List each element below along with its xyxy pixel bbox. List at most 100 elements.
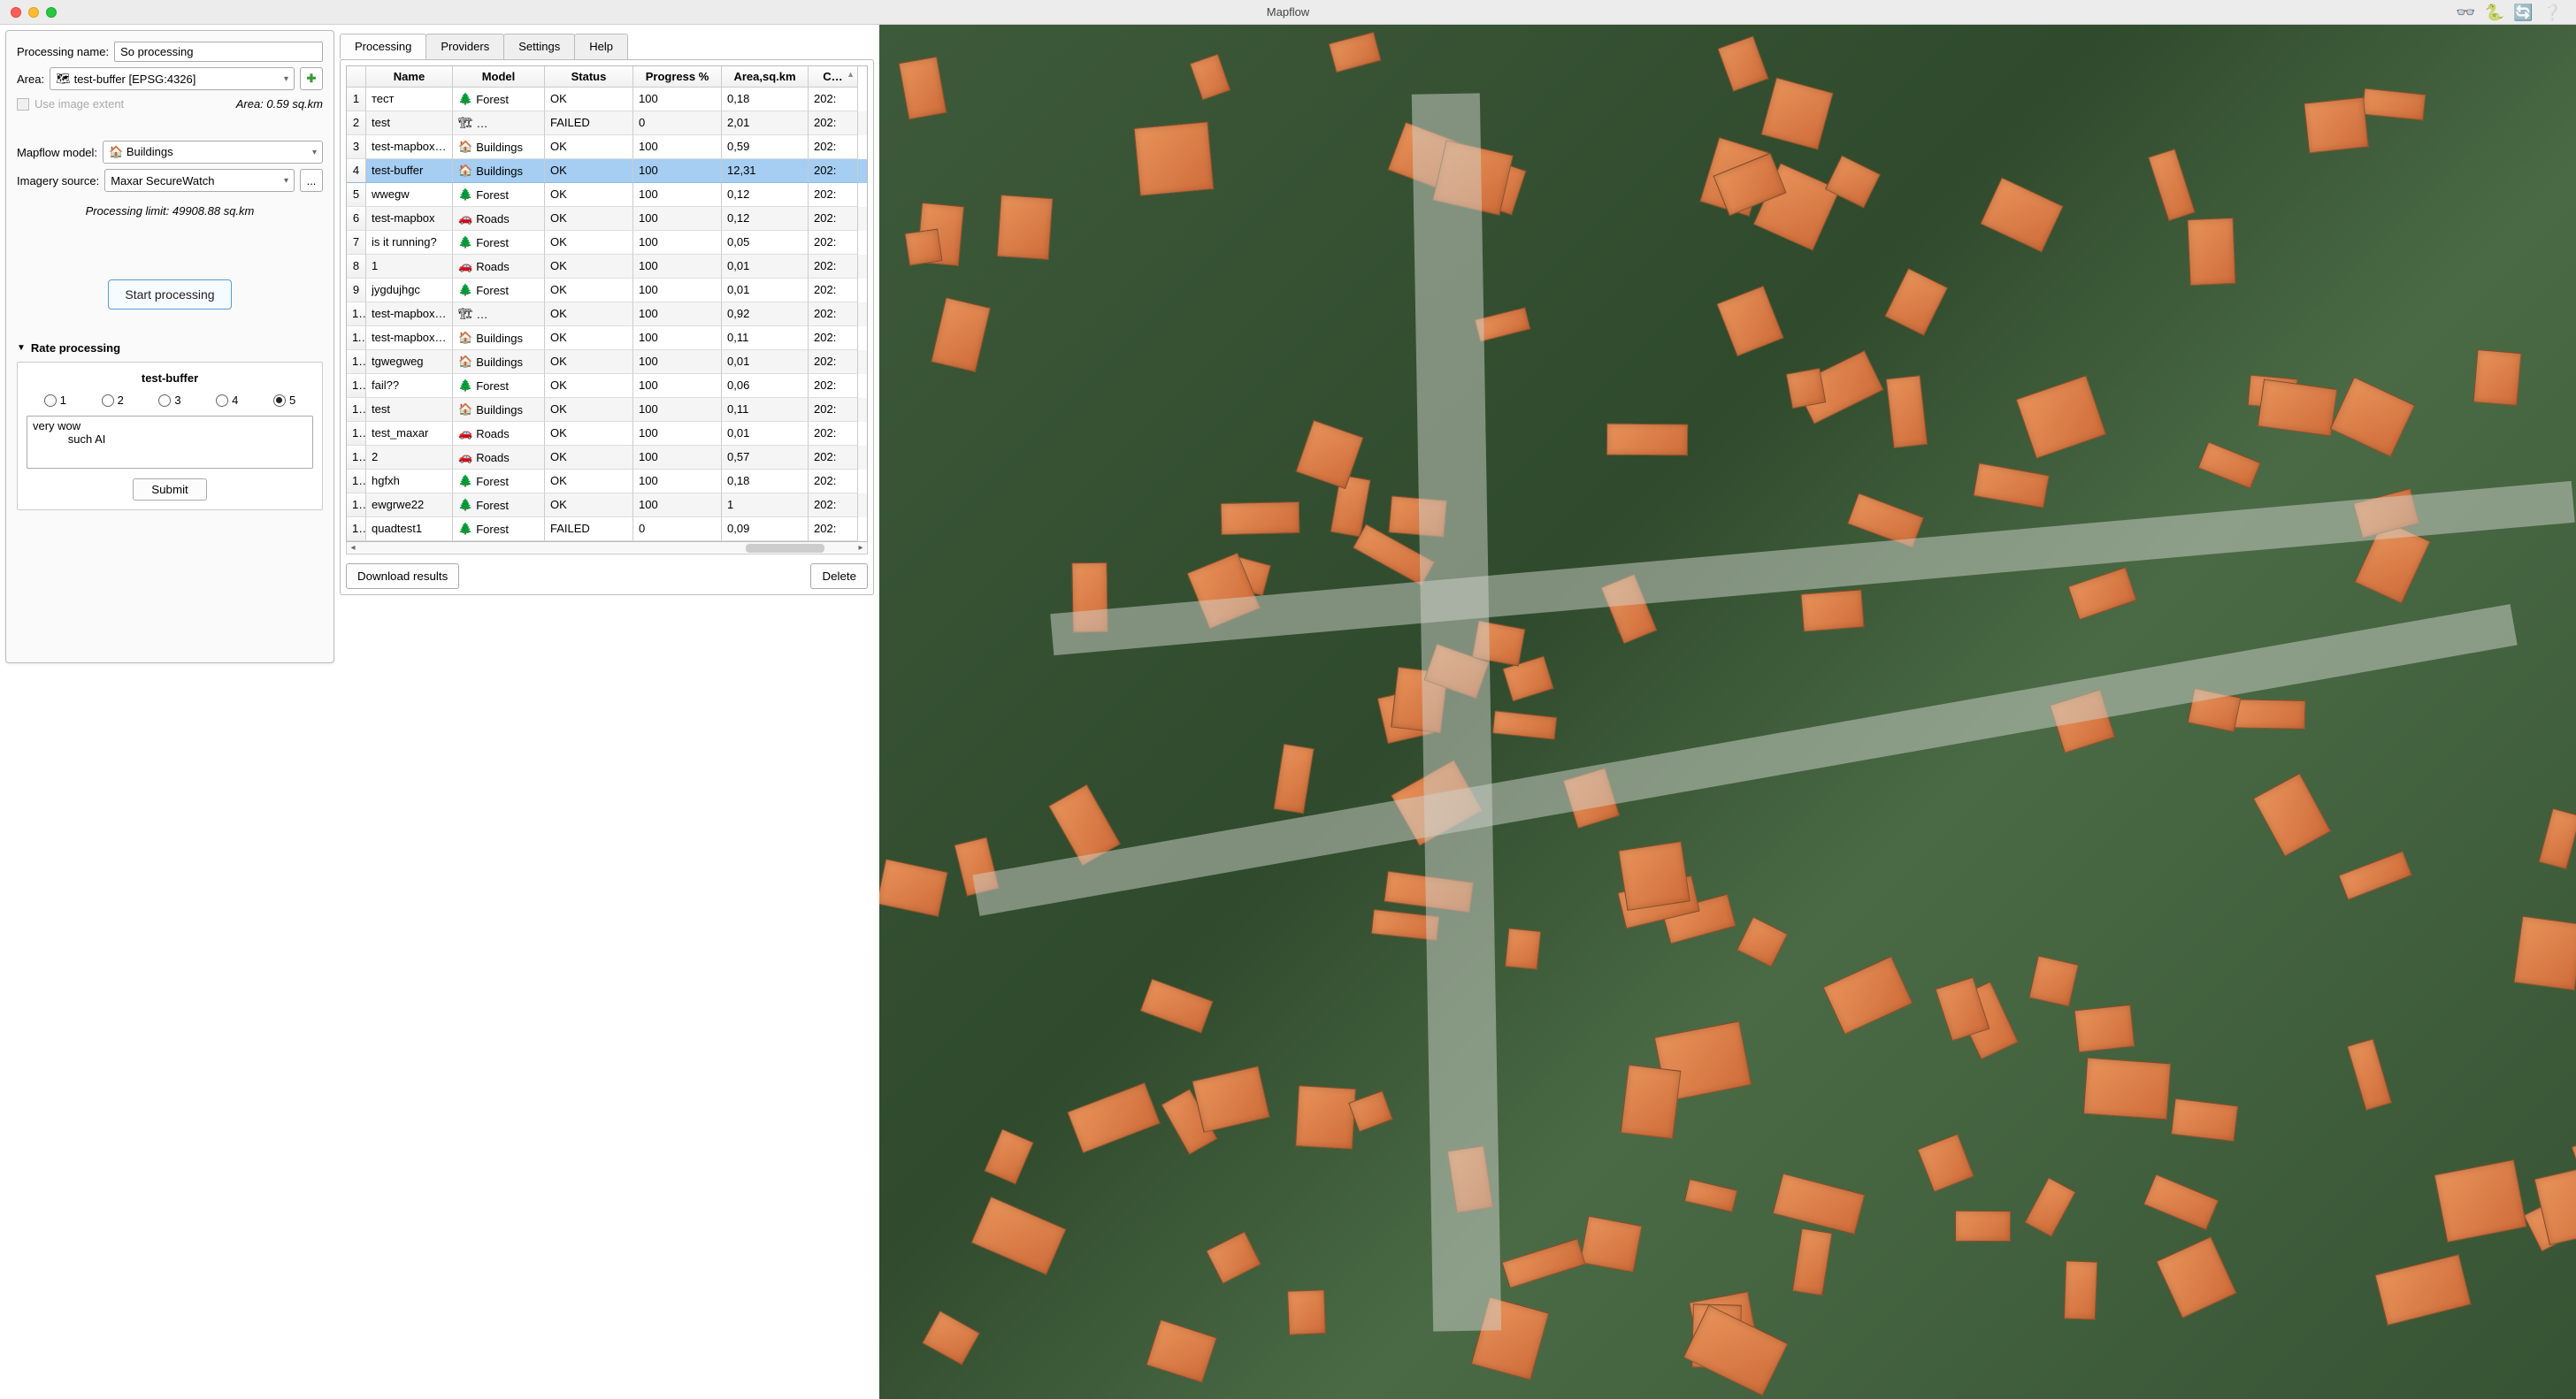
left-panel: Processing name: Area: 🗺 test-buffer [EP… [5, 30, 334, 663]
table-row[interactable]: 15test_maxar🚗 RoadsOK1000,01202: [347, 422, 867, 446]
table-row[interactable]: 1тест🌲 ForestOK1000,18202: [347, 88, 867, 111]
cell: OK [545, 326, 633, 350]
download-results-button[interactable]: Download results [346, 563, 459, 589]
tab-providers[interactable]: Providers [426, 34, 504, 59]
table-row[interactable]: 19quadtest1🌲 ForestFAILED00,09202: [347, 517, 867, 541]
table-row[interactable]: 81🚗 RoadsOK1000,01202: [347, 255, 867, 279]
processing-name-input[interactable] [114, 42, 323, 62]
table-row[interactable]: 162🚗 RoadsOK1000,57202: [347, 446, 867, 470]
use-extent-checkbox[interactable] [17, 98, 29, 111]
radio-circle-icon [158, 394, 171, 407]
map-viewport[interactable] [879, 25, 2576, 1399]
cell: 2,01 [722, 111, 809, 135]
rating-radio-5[interactable]: 5 [273, 394, 295, 407]
cell: 17 [347, 470, 366, 493]
model-icon: 🚗 [458, 259, 472, 273]
table-row[interactable]: 14test🏠 BuildingsOK1000,11202: [347, 398, 867, 422]
table-row[interactable]: 5wwegw🌲 ForestOK1000,12202: [347, 183, 867, 207]
tab-processing[interactable]: Processing [340, 34, 426, 59]
radio-circle-icon [273, 394, 286, 407]
column-header[interactable]: Progress % [633, 66, 722, 88]
tab-help[interactable]: Help [574, 34, 628, 59]
rating-radio-1[interactable]: 1 [44, 394, 66, 407]
column-header[interactable]: C…▲ [809, 66, 858, 88]
cell: 8 [347, 255, 366, 279]
cell: 100 [633, 470, 722, 493]
building-polygon [2258, 378, 2338, 436]
cell: tgwegweg [366, 350, 453, 374]
cell: 0,12 [722, 207, 809, 231]
tab-settings[interactable]: Settings [503, 34, 575, 59]
column-header[interactable]: Status [545, 66, 633, 88]
table-row[interactable]: 4test-buffer🏠 BuildingsOK10012,31202: [347, 159, 867, 183]
close-window-icon[interactable] [11, 7, 21, 18]
rating-comment-input[interactable] [27, 416, 313, 469]
scroll-left-arrow-icon[interactable]: ◂ [347, 542, 359, 554]
imagery-more-button[interactable]: ... [300, 169, 323, 192]
area-select[interactable]: 🗺 test-buffer [EPSG:4326] ▾ [50, 67, 295, 90]
add-area-button[interactable]: ✚ [300, 67, 323, 90]
cell: 202: [809, 517, 858, 541]
zoom-window-icon[interactable] [46, 7, 57, 18]
table-row[interactable]: 2test🏗 …FAILED02,01202: [347, 111, 867, 135]
table-row[interactable]: 10test-mapbox…🏗 …OK1000,92202: [347, 302, 867, 326]
table-row[interactable]: 3test-mapbox…🏠 BuildingsOK1000,59202: [347, 135, 867, 159]
cell: test [366, 398, 453, 422]
scrollbar-thumb[interactable] [746, 544, 825, 553]
table-row[interactable]: 12tgwegweg🏠 BuildingsOK1000,01202: [347, 350, 867, 374]
cell: 100 [633, 159, 722, 183]
table-row[interactable]: 17hgfxh🌲 ForestOK1000,18202: [347, 470, 867, 493]
chevron-down-icon: ▾ [284, 176, 288, 186]
help-icon[interactable]: ❔ [2542, 4, 2562, 22]
table-row[interactable]: 13fail??🌲 ForestOK1000,06202: [347, 374, 867, 398]
model-icon: 🏗 [458, 307, 473, 321]
delete-button[interactable]: Delete [810, 563, 868, 589]
minimize-window-icon[interactable] [28, 7, 39, 18]
scroll-right-arrow-icon[interactable]: ▸ [855, 542, 867, 554]
collapse-triangle-icon: ▼ [17, 343, 26, 353]
cell: fail?? [366, 374, 453, 398]
horizontal-scrollbar[interactable]: ◂ ▸ [346, 542, 868, 554]
table-row[interactable]: 11test-mapbox…🏠 BuildingsOK1000,11202: [347, 326, 867, 350]
cell: 202: [809, 350, 858, 374]
cell: 1 [347, 88, 366, 111]
cell: 15 [347, 422, 366, 446]
cell: OK [545, 470, 633, 493]
cell: 202: [809, 398, 858, 422]
rating-radio-3[interactable]: 3 [158, 394, 180, 407]
imagery-select[interactable]: Maxar SecureWatch ▾ [104, 169, 295, 192]
model-icon: 🏠 [458, 331, 472, 345]
cell: 16 [347, 446, 366, 470]
cell: 🏠 Buildings [453, 135, 545, 159]
row-number-header[interactable] [347, 66, 366, 88]
column-header[interactable]: Name [366, 66, 453, 88]
column-header[interactable]: Model [453, 66, 545, 88]
cell: OK [545, 398, 633, 422]
table-row[interactable]: 6test-mapbox🚗 RoadsOK1000,12202: [347, 207, 867, 231]
table-row[interactable]: 9jygdujhgc🌲 ForestOK1000,01202: [347, 279, 867, 302]
model-value: 🏠 Buildings [109, 145, 173, 159]
building-polygon [905, 229, 943, 266]
rating-radio-2[interactable]: 2 [102, 394, 124, 407]
area-info: Area: 0.59 sq.km [236, 97, 323, 111]
model-select[interactable]: 🏠 Buildings ▾ [103, 141, 323, 164]
model-label: Mapflow model: [17, 146, 97, 159]
model-icon: 🌲 [458, 92, 472, 106]
rate-box: test-buffer 12345 Submit [17, 362, 323, 510]
cell: 🏠 Buildings [453, 159, 545, 183]
rate-processing-header[interactable]: ▼ Rate processing [17, 341, 323, 355]
rating-submit-button[interactable]: Submit [133, 478, 206, 501]
cell: 0,01 [722, 279, 809, 302]
table-row[interactable]: 18ewgrwe22🌲 ForestOK1001202: [347, 493, 867, 517]
python-icon[interactable]: 🐍 [2485, 4, 2504, 22]
start-processing-button[interactable]: Start processing [108, 279, 231, 310]
table-row[interactable]: 7is it running?🌲 ForestOK1000,05202: [347, 231, 867, 255]
toolbar-icon[interactable]: 👓 [2456, 4, 2475, 22]
building-polygon [2171, 1098, 2239, 1143]
cell: 202: [809, 111, 858, 135]
cell: 100 [633, 135, 722, 159]
column-header[interactable]: Area,sq.km [722, 66, 809, 88]
rating-radio-4[interactable]: 4 [216, 394, 238, 407]
refresh-icon[interactable]: 🔄 [2513, 4, 2533, 22]
cell: 202: [809, 183, 858, 207]
